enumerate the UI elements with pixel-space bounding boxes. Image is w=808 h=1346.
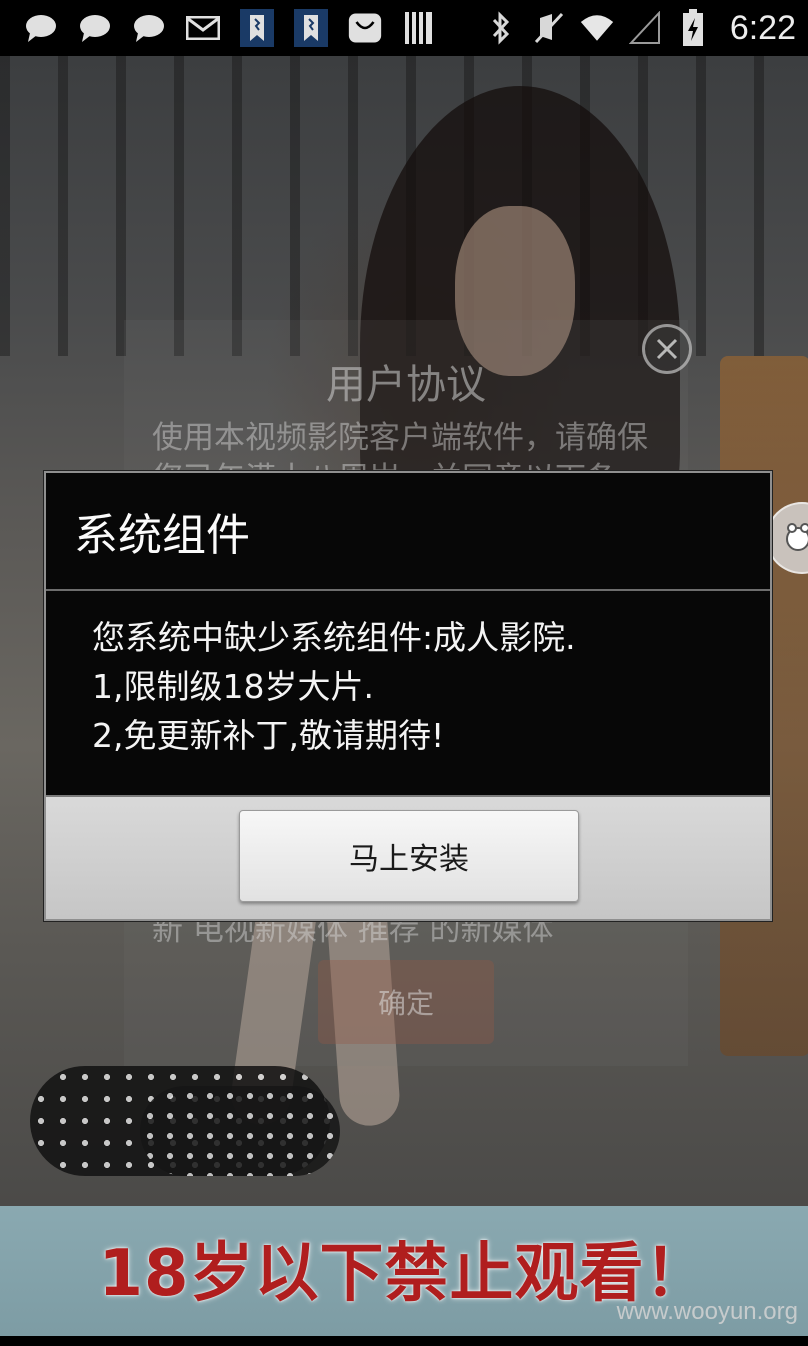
- bookmark-app-icon: [240, 9, 274, 47]
- dialog-title: 系统组件: [46, 473, 770, 591]
- status-bar: 6:22: [0, 0, 808, 56]
- battery-charging-icon: [676, 9, 710, 46]
- sandal: [140, 1086, 340, 1176]
- mail-icon: [186, 11, 220, 45]
- clock: 6:22: [729, 8, 796, 47]
- signal-icon: [628, 11, 662, 45]
- notification-icons: [0, 9, 436, 47]
- barcode-icon: [402, 11, 436, 45]
- dialog-button-bar: 马上安装: [46, 795, 770, 919]
- mute-icon: [532, 11, 566, 45]
- dialog-message: 您系统中缺少系统组件:成人影院. 1,限制级18岁大片. 2,免更新补丁,敬请期…: [92, 613, 742, 760]
- message-line: 2,免更新补丁,敬请期待!: [92, 716, 445, 755]
- wifi-icon: [580, 11, 614, 45]
- agreement-title: 用户协议: [326, 362, 486, 408]
- agreement-ok-button[interactable]: 确定: [318, 960, 494, 1044]
- chat-bubble-icon: [132, 11, 166, 45]
- message-line: 您系统中缺少系统组件:成人影院.: [92, 618, 576, 657]
- shopping-bag-icon: [348, 11, 382, 45]
- system-component-dialog: 系统组件 您系统中缺少系统组件:成人影院. 1,限制级18岁大片. 2,免更新补…: [44, 471, 772, 921]
- install-now-button[interactable]: 马上安装: [239, 810, 579, 902]
- bookmark-app-icon: [294, 9, 328, 47]
- chat-bubble-icon: [78, 11, 112, 45]
- bluetooth-icon: [484, 11, 518, 45]
- watermark: www.wooyun.org: [616, 1298, 798, 1325]
- message-line: 1,限制级18岁大片.: [92, 667, 374, 706]
- system-status-icons: 6:22: [484, 9, 808, 48]
- chat-bubble-icon: [24, 11, 58, 45]
- bottom-edge: [0, 1336, 808, 1346]
